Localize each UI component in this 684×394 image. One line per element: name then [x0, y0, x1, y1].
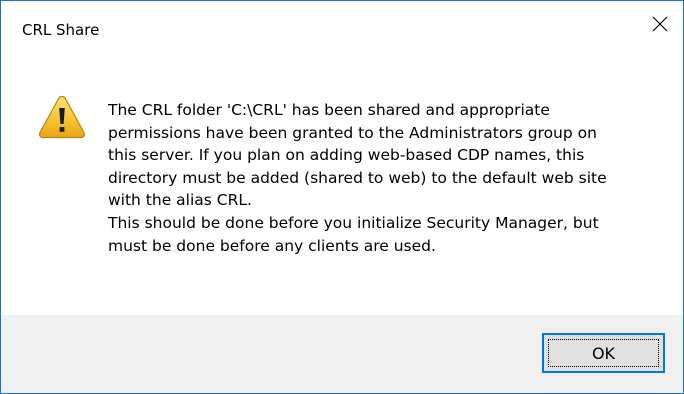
ok-button-label: OK — [591, 343, 616, 363]
dialog-content: The CRL folder 'C:\CRL' has been shared … — [1, 47, 683, 315]
window-title: CRL Share — [22, 21, 100, 39]
message-paragraph-2: This should be done before you initializ… — [108, 213, 599, 255]
warning-icon — [38, 95, 86, 139]
title-bar: CRL Share — [1, 1, 683, 47]
message-text: The CRL folder 'C:\CRL' has been shared … — [108, 99, 668, 257]
button-bar: OK — [1, 315, 683, 393]
ok-button[interactable]: OK — [542, 333, 665, 373]
close-icon — [652, 16, 668, 32]
dialog-window: CRL Share The CRL folder 'C:\CRL' has be… — [0, 0, 684, 394]
message-paragraph-1: The CRL folder 'C:\CRL' has been shared … — [108, 101, 607, 210]
close-button[interactable] — [637, 1, 683, 47]
